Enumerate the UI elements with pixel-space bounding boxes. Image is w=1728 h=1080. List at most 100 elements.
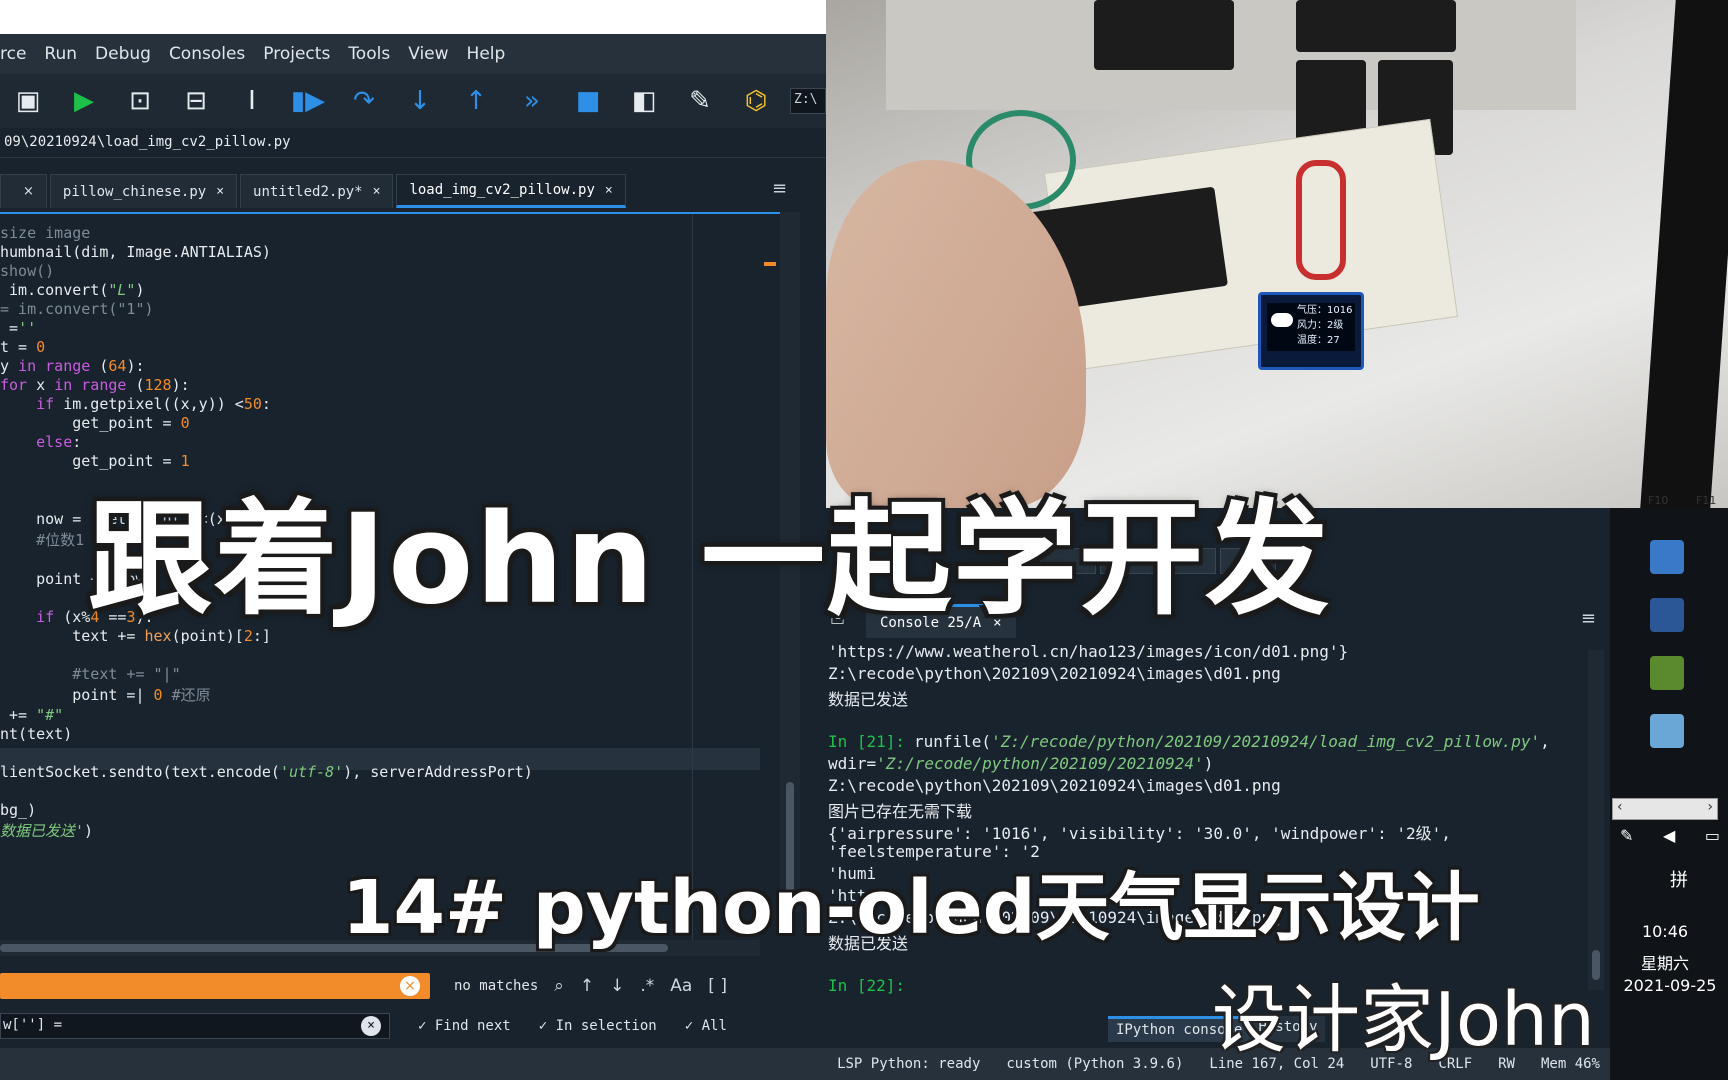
- run-selection-icon[interactable]: I: [224, 78, 280, 124]
- console-line: In [21]:: [828, 732, 915, 751]
- replace-value: w[''] =: [3, 1017, 63, 1033]
- menu-consoles[interactable]: Consoles: [169, 44, 245, 64]
- file-path: 09\20210924\load_img_cv2_pillow.py: [0, 128, 826, 158]
- python-icon[interactable]: ⌬: [728, 78, 784, 124]
- replace-input[interactable]: w[''] = ×: [0, 1013, 390, 1039]
- menu-bar: rce Run Debug Consoles Projects Tools Vi…: [0, 34, 826, 74]
- save-icon[interactable]: ▣: [0, 78, 56, 124]
- photo-board: [1094, 0, 1234, 70]
- step-into-icon[interactable]: ↓: [392, 78, 448, 124]
- code-line: else:: [36, 433, 82, 451]
- wrench-icon[interactable]: ✎: [672, 78, 728, 124]
- maximize-pane-icon[interactable]: ◧: [616, 78, 672, 124]
- tab-load-img[interactable]: load_img_cv2_pillow.py ×: [396, 174, 626, 208]
- chevron-right-icon[interactable]: ›: [1707, 799, 1713, 815]
- menu-view[interactable]: View: [408, 44, 448, 64]
- hamburger-icon[interactable]: ≡: [1581, 608, 1596, 629]
- editor-tabs: × pillow_chinese.py × untitled2.py* × lo…: [0, 172, 810, 208]
- working-directory-box[interactable]: Z:\: [790, 88, 826, 114]
- lsp-status: LSP Python: ready: [837, 1056, 981, 1072]
- app-icon[interactable]: [1650, 714, 1684, 748]
- code-line: show(): [0, 262, 55, 280]
- pen-icon[interactable]: ✎: [1620, 826, 1633, 845]
- regex-icon[interactable]: .*: [640, 976, 654, 996]
- tab-pillow-chinese[interactable]: pillow_chinese.py ×: [49, 174, 238, 208]
- step-over-icon[interactable]: ↷: [336, 78, 392, 124]
- menu-tools[interactable]: Tools: [348, 44, 390, 64]
- code-line: y in range (64):: [0, 357, 145, 375]
- in-selection-button[interactable]: ✓ In selection: [539, 1018, 657, 1034]
- console-scrollbar[interactable]: [1588, 650, 1604, 990]
- python-env[interactable]: custom (Python 3.9.6): [1006, 1056, 1183, 1072]
- console-line: Z:\recode\python\202109\20210924\images\…: [828, 776, 1281, 795]
- tab-label: pillow_chinese.py: [62, 183, 207, 200]
- find-status: no matches: [454, 978, 539, 994]
- find-input[interactable]: ×: [0, 973, 430, 999]
- console-line: 数据已发送: [828, 690, 909, 709]
- clock-weekday: 星期六: [1640, 954, 1689, 973]
- word-icon[interactable]: [1650, 598, 1684, 632]
- menu-projects[interactable]: Projects: [263, 44, 330, 64]
- console-line: wdir='Z:/recode/python/202109/20210924'): [828, 754, 1214, 773]
- code-line: im.convert("L"): [0, 281, 145, 299]
- network-icon[interactable]: ▭: [1705, 826, 1720, 845]
- find-previous-icon[interactable]: ↑: [580, 976, 594, 996]
- volume-icon[interactable]: ◀: [1663, 826, 1675, 845]
- continue-icon[interactable]: »: [504, 78, 560, 124]
- notepad-icon[interactable]: [1650, 656, 1684, 690]
- code-line: = im.convert("1"): [0, 300, 154, 318]
- clear-icon[interactable]: ×: [400, 976, 420, 996]
- tab-untitled2[interactable]: untitled2.py* ×: [240, 174, 394, 208]
- taskbar-scrollbar[interactable]: ‹ ›: [1612, 798, 1718, 820]
- replace-bar: w[''] = × ✓ Find next ✓ In selection ✓ A…: [0, 1010, 826, 1042]
- menu-run[interactable]: Run: [44, 44, 77, 64]
- outlook-icon[interactable]: [1650, 540, 1684, 574]
- system-tray: ✎ ◀ ▭: [1620, 826, 1720, 845]
- replace-all-button[interactable]: ✓ All: [685, 1018, 727, 1034]
- clear-icon[interactable]: ×: [361, 1016, 381, 1036]
- window-top-strip: [0, 0, 826, 34]
- find-next-button[interactable]: ✓ Find next: [418, 1018, 511, 1034]
- console-line: In [22]:: [828, 976, 906, 995]
- menu-debug[interactable]: Debug: [95, 44, 151, 64]
- menu-source[interactable]: rce: [0, 44, 26, 64]
- close-icon[interactable]: ×: [216, 184, 224, 199]
- debug-icon[interactable]: ▮▶: [280, 78, 336, 124]
- case-sensitive-icon[interactable]: Aa: [670, 976, 692, 996]
- run-cell-icon[interactable]: ⊡: [112, 78, 168, 124]
- hamburger-icon[interactable]: ≡: [772, 178, 787, 199]
- search-icon[interactable]: ⌕: [554, 976, 564, 996]
- code-line: get_point = 0: [0, 414, 190, 432]
- run-icon[interactable]: ▶: [56, 78, 112, 124]
- oled-line: 气压：1016: [1297, 305, 1353, 316]
- whole-word-icon[interactable]: [ ]: [708, 976, 727, 996]
- tab-label: untitled2.py*: [253, 183, 363, 200]
- video-title: 跟着John 一起学开发: [88, 488, 1332, 632]
- code-line: #text += "|": [72, 665, 181, 683]
- clock-time[interactable]: 10:46: [1614, 922, 1716, 941]
- chevron-left-icon[interactable]: ‹: [1617, 799, 1623, 815]
- find-next-icon[interactable]: ↓: [610, 976, 624, 996]
- author-watermark: 设计家John: [1212, 977, 1595, 1063]
- close-icon[interactable]: ×: [23, 184, 34, 199]
- console-line: {'airpressure': '1016', 'visibility': '3…: [828, 824, 1451, 843]
- tab-label: load_img_cv2_pillow.py: [409, 182, 595, 198]
- menu-help[interactable]: Help: [467, 44, 506, 64]
- stop-icon[interactable]: ■: [560, 78, 616, 124]
- camera-photo: 气压：1016 风力：2级 温度：27 F10 F11: [826, 0, 1728, 508]
- photo-board: [1296, 0, 1456, 52]
- code-line: bg_): [0, 801, 37, 819]
- code-line: #位数1: [36, 531, 85, 549]
- code-line: 数据已发送'): [0, 822, 94, 840]
- photo-oled: 气压：1016 风力：2级 温度：27: [1258, 292, 1364, 370]
- run-cell-advance-icon[interactable]: ⊟: [168, 78, 224, 124]
- close-icon[interactable]: ×: [373, 184, 381, 199]
- keyboard-key: F10: [1648, 494, 1669, 507]
- close-icon[interactable]: ×: [605, 183, 613, 198]
- step-out-icon[interactable]: ↑: [448, 78, 504, 124]
- ime-indicator[interactable]: 拼: [1670, 866, 1688, 892]
- search-marker: [764, 262, 776, 266]
- tab-previous[interactable]: ×: [0, 174, 47, 208]
- cloud-icon: [1271, 313, 1293, 327]
- code-line: lientSocket.sendto(text.encode('utf-8'),…: [0, 763, 533, 781]
